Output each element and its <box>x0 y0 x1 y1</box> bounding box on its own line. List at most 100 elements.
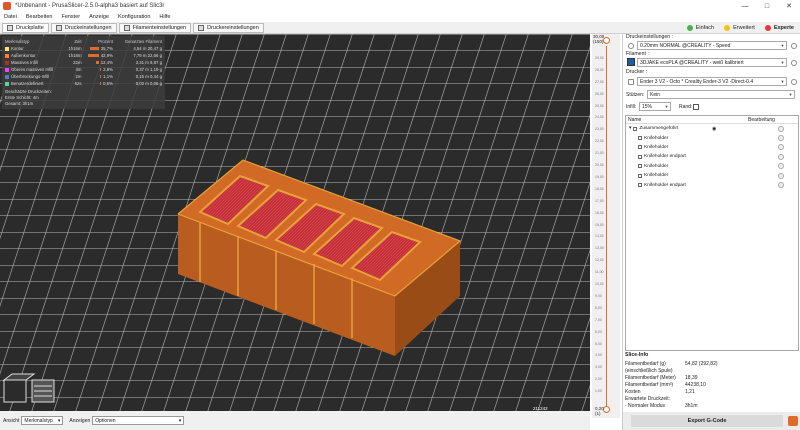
supports-value: Kein <box>650 91 661 98</box>
legend-row[interactable]: Benutzerdefiniert 52s 0,5% 0,02 m 0,06 g <box>5 80 162 87</box>
close-button[interactable]: ✕ <box>778 0 800 12</box>
layer-bottom-value: 0,20 (1) <box>595 406 604 416</box>
supports-select[interactable]: Kein ▾ <box>647 90 795 99</box>
legend-row[interactable]: Außenkontur 1h18m 42,9% 7,79 m 22,66 g <box>5 52 162 59</box>
legend-feature-name: Überbrückungs-Infill <box>5 74 64 79</box>
filament-label: Filament : <box>626 51 649 57</box>
layer-tick-label: 24,00 <box>595 115 604 120</box>
gear-icon[interactable] <box>791 43 797 49</box>
menu-datei[interactable]: Datei <box>4 14 17 20</box>
menu-anzeige[interactable]: Anzeige <box>89 14 109 20</box>
edit-icon[interactable] <box>778 182 784 189</box>
expand-chevron-icon[interactable]: ▾ <box>629 126 631 131</box>
show-options-select[interactable]: Optionen ▾ <box>92 416 185 425</box>
gear-icon[interactable] <box>791 60 797 66</box>
print-settings-select[interactable]: 0.20mm NORMAL @CREALITY - Speed ▾ <box>637 41 787 50</box>
object-part-row[interactable]: Knifeholder <box>626 171 798 180</box>
edit-icon[interactable] <box>778 144 784 151</box>
legend-row[interactable]: Oberes massives Infill 4m 2,8% 0,37 m 1,19 … <box>5 66 162 73</box>
layer-tick-label: 5,00 <box>595 341 602 346</box>
object-name: Knifeholder <box>644 135 669 141</box>
export-gcode-button[interactable]: Export G-Code <box>631 415 783 427</box>
mode-dot-icon <box>686 24 693 31</box>
edit-icon[interactable] <box>778 135 784 142</box>
layers-view-icon[interactable] <box>31 379 55 403</box>
brim-checkbox[interactable] <box>693 104 699 110</box>
col-edit: Bearbeitung <box>748 116 775 123</box>
edit-icon[interactable] <box>778 153 784 160</box>
legend-percent-bar <box>88 54 99 57</box>
mode-erweitert[interactable]: Erweitert <box>724 24 755 31</box>
mode-dot-icon <box>764 24 771 31</box>
printer-select[interactable]: Ender 3 V2 - Octo * Creality Ender-3 V2 … <box>637 77 787 86</box>
tab-filamenteinstellungen[interactable]: Filamenteinstellungen <box>118 22 192 33</box>
legend-filament-m: 0,15 m <box>135 74 149 79</box>
layer-bottom-knob[interactable] <box>603 406 610 413</box>
object-name: Knifeholder endpart <box>644 182 686 188</box>
legend-feature-label: Kontur <box>11 46 24 51</box>
send-to-printer-icon[interactable] <box>788 416 798 426</box>
minimize-button[interactable]: — <box>734 0 756 12</box>
object-part-row[interactable]: Knifeholder endpart <box>626 180 798 189</box>
layer-tick-label: 13,00 <box>595 246 604 251</box>
part-icon <box>638 183 642 188</box>
mode-einfach[interactable]: Einfach <box>686 24 714 31</box>
legend-filament-m: 3,31 m <box>135 60 149 65</box>
infill-select[interactable]: 15% ▾ <box>639 102 671 111</box>
slice-info-key: Erwartete Druckzeit: <box>625 395 671 402</box>
layer-tick-label: 3,00 <box>595 365 602 370</box>
legend-filament: 0,02 m 0,06 g <box>113 81 162 86</box>
title-bar: *Unbenannt - PrusaSlicer-2.5.0-alpha3 ba… <box>0 0 800 12</box>
mode-experte[interactable]: Experte <box>764 24 794 31</box>
legend-feature-label: Benutzerdefiniert <box>11 81 44 86</box>
filament-select[interactable]: 3DJAKE ecoPLA @CREALITY - weiß kalibrier… <box>637 58 787 67</box>
legend-percent-value: 35,7% <box>100 46 113 51</box>
legend-filament: 0,37 m 1,19 g <box>113 67 162 72</box>
menu-fenster[interactable]: Fenster <box>61 14 80 20</box>
object-part-row[interactable]: Knifeholder <box>626 162 798 171</box>
layer-top-knob[interactable] <box>603 37 610 44</box>
edit-icon[interactable] <box>778 125 784 132</box>
object-part-row[interactable]: Knifeholder <box>626 133 798 142</box>
export-bar: Export G-Code <box>623 412 800 430</box>
legend-row[interactable]: Überbrückungs-Infill 2m 1,1% 0,15 m 0,44 g <box>5 73 162 80</box>
object-list-header: Name Bearbeitung <box>626 116 798 124</box>
object-part-row[interactable]: Knifeholder <box>626 143 798 152</box>
layer-slider-track[interactable] <box>606 46 607 406</box>
legend-row[interactable]: Kontur 1h16m 35,7% 4,54 m 20,47 g <box>5 45 162 52</box>
legend-col-filament: Genutztes Filament <box>124 39 162 44</box>
view-type-select[interactable]: Merkmalstyp ▾ <box>21 416 64 425</box>
prusaslicer-logo-icon <box>3 2 11 10</box>
menu-bearbeiten[interactable]: Bearbeiten <box>26 14 53 20</box>
tab-druckereinstellungen[interactable]: Druckereinstellungen <box>193 22 264 33</box>
menu-hilfe[interactable]: Hilfe <box>159 14 170 20</box>
filament-color-swatch[interactable] <box>627 58 635 66</box>
object-group-row[interactable]: ▾ Zusammengeführt ◉ <box>626 124 798 133</box>
layer-slider[interactable]: 30,00 (150) 29,00 28,00 27,00 26,00 25,00 24,0… <box>592 34 620 418</box>
tab-label: Druckeinstellungen <box>64 24 112 31</box>
menu-konfiguration[interactable]: Konfiguration <box>118 14 150 20</box>
gear-icon[interactable] <box>791 79 797 85</box>
view-options-bar: Ansicht Merkmalstyp ▾ Anzeigen Optionen ▾ <box>0 411 590 430</box>
edit-icon[interactable] <box>778 163 784 170</box>
eye-icon[interactable]: ◉ <box>712 126 716 132</box>
legend-percent-bar <box>95 61 99 64</box>
edit-icon[interactable] <box>778 172 784 179</box>
printer-icon <box>628 79 634 85</box>
object-list[interactable]: Name Bearbeitung ▾ Zusammengeführt ◉ Knifeh… <box>625 115 799 351</box>
layer-tick-label: 18,00 <box>595 186 604 191</box>
legend-percent-value: 0,5% <box>103 81 113 86</box>
3d-viewport[interactable]: Merkmalstyp Zeit Prozent Genutztes Filam… <box>0 34 590 430</box>
object-part-row[interactable]: Knifeholder endpart <box>626 152 798 161</box>
legend-feature-name: Außenkontur <box>5 53 64 58</box>
print-settings-label: Druckeinstellungen : <box>626 34 674 40</box>
maximize-button[interactable]: □ <box>756 0 778 12</box>
tab-druckeinstellungen[interactable]: Druckeinstellungen <box>50 22 117 33</box>
layer-tick-label: 16,00 <box>595 210 604 215</box>
tab-druckplatte[interactable]: Druckplatte <box>2 22 49 33</box>
legend-row[interactable]: Massives Infill 22m 12,4% 3,31 m 9,87 g <box>5 59 162 66</box>
slice-info-key: - Normaler Modus <box>625 402 666 409</box>
slice-info-panel: Slice-Info Filamentbedarf (g) 54,82 (292,… <box>625 352 799 409</box>
legend-filament-m: 7,79 m <box>133 53 147 58</box>
print-settings-value: 0.20mm NORMAL @CREALITY - Speed <box>640 42 731 49</box>
